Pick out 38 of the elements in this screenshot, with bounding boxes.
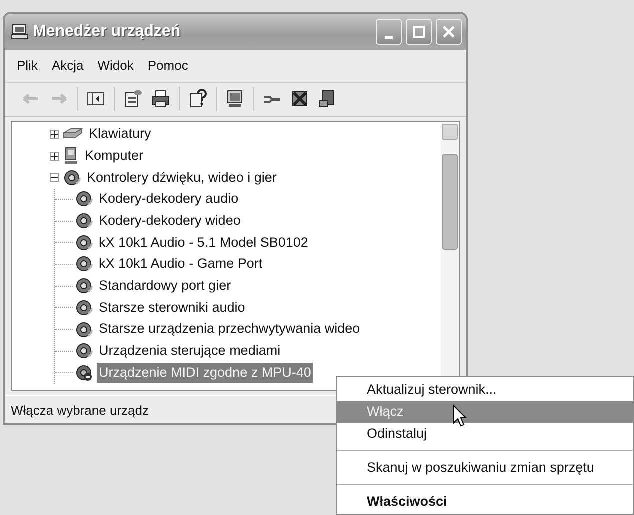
- close-icon: [441, 24, 457, 40]
- properties-icon: [123, 89, 143, 109]
- tree-item[interactable]: Komputer: [83, 146, 146, 166]
- printer-icon: [151, 89, 171, 109]
- tree-item[interactable]: kX 10k1 Audio - Game Port: [97, 254, 265, 275]
- maximize-icon: [411, 24, 427, 40]
- collapse-icon[interactable]: [50, 173, 59, 182]
- help-icon: [188, 89, 208, 109]
- menu-item[interactable]: Odinstaluj: [337, 423, 633, 445]
- tree-item[interactable]: Kodery-dekodery wideo: [97, 210, 243, 232]
- menu-item[interactable]: Plik: [11, 54, 44, 78]
- keyboard-icon: [63, 127, 83, 142]
- tree-item[interactable]: Starsze sterowniki audio: [97, 298, 248, 318]
- tree-item[interactable]: Kodery-dekodery audio: [97, 189, 241, 210]
- cursor-icon: [453, 405, 467, 427]
- window-title: Menedżer urządzeń: [33, 22, 182, 42]
- menu-item[interactable]: Pomoc: [142, 54, 194, 78]
- tree-item[interactable]: Standardowy port gier: [97, 276, 234, 296]
- menu-item[interactable]: Skanuj w poszukiwaniu zmian sprzętu: [337, 457, 633, 479]
- menu-item[interactable]: Akcja: [46, 54, 90, 78]
- menu-item[interactable]: Właściwości: [337, 491, 633, 513]
- minimize-icon: [385, 36, 393, 38]
- speaker-icon: [63, 168, 81, 187]
- computer-icon: [63, 147, 79, 166]
- tree-item[interactable]: Urządzenia sterujące mediami: [97, 341, 283, 362]
- tree-item[interactable]: kX 10k1 Audio - 5.1 Model SB0102: [97, 232, 310, 253]
- maximize-button[interactable]: [406, 19, 432, 45]
- computer-icon: [11, 24, 29, 40]
- close-button[interactable]: [436, 19, 462, 45]
- expand-icon[interactable]: [50, 152, 59, 161]
- remove-icon: [290, 89, 310, 109]
- expand-icon[interactable]: [50, 130, 59, 139]
- tree-item[interactable]: Klawiatury: [87, 124, 154, 144]
- tree-item[interactable]: Kontrolery dźwięku, wideo i gier: [85, 168, 279, 188]
- monitor-icon: [225, 89, 245, 109]
- tree-item[interactable]: Starsze urządzenia przechwytywania wideo: [97, 319, 362, 340]
- menu-item[interactable]: Widok: [92, 54, 140, 78]
- minimize-button[interactable]: [376, 19, 402, 45]
